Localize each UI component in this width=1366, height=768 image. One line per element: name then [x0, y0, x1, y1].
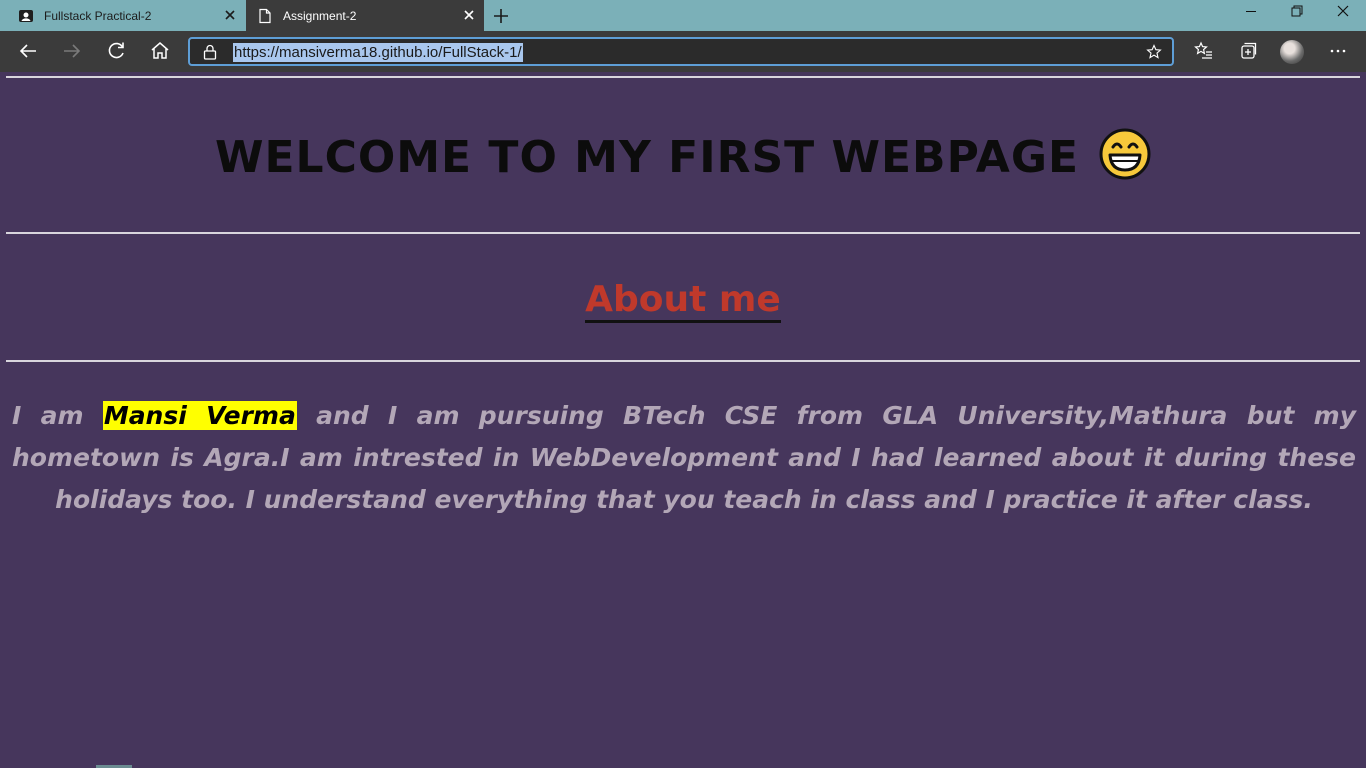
- lock-icon[interactable]: [203, 44, 217, 60]
- address-bar[interactable]: https://mansiverma18.github.io/FullStack…: [188, 37, 1174, 66]
- document-icon: [259, 8, 271, 24]
- para-intro: I am: [12, 401, 103, 430]
- heading-text: WELCOME TO MY FIRST WEBPAGE: [214, 132, 1080, 183]
- url-text[interactable]: https://mansiverma18.github.io/FullStack…: [233, 43, 523, 62]
- close-tab-icon[interactable]: [223, 8, 237, 22]
- minimize-icon[interactable]: [1228, 0, 1274, 31]
- about-paragraph: I am Mansi Verma and I am pursuing BTech…: [12, 395, 1356, 521]
- highlighted-name: Mansi Verma: [102, 401, 297, 430]
- horizontal-rule: [6, 360, 1360, 362]
- new-tab-icon[interactable]: [490, 5, 512, 27]
- page-heading: WELCOME TO MY FIRST WEBPAGE: [0, 128, 1366, 186]
- favorite-star-icon[interactable]: [1146, 44, 1162, 60]
- web-page: WELCOME TO MY FIRST WEBPAGE About me I a…: [0, 72, 1366, 768]
- close-window-icon[interactable]: [1320, 0, 1366, 31]
- restore-icon[interactable]: [1274, 0, 1320, 31]
- tab-assignment-2[interactable]: Assignment-2: [246, 0, 484, 31]
- about-heading: About me: [0, 277, 1366, 323]
- favorites-icon[interactable]: [1190, 37, 1218, 65]
- forward-arrow-icon[interactable]: [58, 37, 86, 65]
- tab-strip: Fullstack Practical-2 Assignment-2: [0, 0, 1366, 31]
- site-favicon-icon: [19, 10, 33, 22]
- profile-avatar[interactable]: [1280, 40, 1304, 64]
- browser-toolbar: https://mansiverma18.github.io/FullStack…: [0, 31, 1366, 72]
- close-tab-icon[interactable]: [462, 8, 476, 22]
- horizontal-rule: [6, 76, 1360, 78]
- tab-title: Assignment-2: [283, 9, 357, 23]
- reload-icon[interactable]: [102, 37, 130, 65]
- tab-title: Fullstack Practical-2: [44, 9, 152, 23]
- more-options-icon[interactable]: [1324, 37, 1352, 65]
- home-icon[interactable]: [146, 37, 174, 65]
- tab-fullstack-practical[interactable]: Fullstack Practical-2: [0, 0, 245, 31]
- about-title: About me: [585, 279, 781, 323]
- back-arrow-icon[interactable]: [14, 37, 42, 65]
- horizontal-rule: [6, 232, 1360, 234]
- grinning-face-emoji-icon: [1099, 128, 1151, 180]
- collections-icon[interactable]: [1234, 37, 1262, 65]
